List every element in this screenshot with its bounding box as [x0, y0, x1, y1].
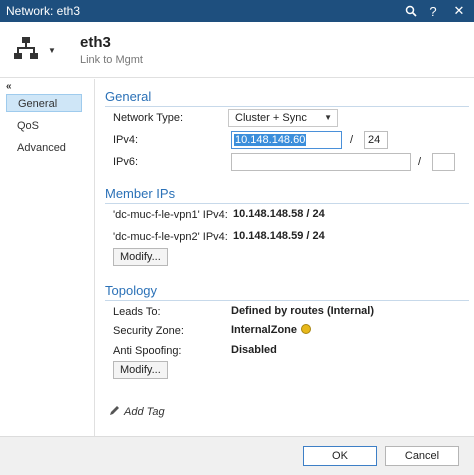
- section-title-member-ips: Member IPs: [105, 186, 176, 201]
- sidebar-item-qos[interactable]: QoS: [6, 117, 82, 135]
- ipv4-input[interactable]: 10.148.148.60: [231, 131, 342, 149]
- member-2-value: 10.148.148.59 / 24: [233, 230, 325, 242]
- ipv6-slash: /: [418, 156, 422, 168]
- ipv6-input[interactable]: [231, 153, 411, 171]
- ipv4-label: IPv4:: [113, 134, 139, 146]
- ipv6-mask-input[interactable]: [432, 153, 455, 171]
- chevron-down-icon: ▼: [324, 113, 332, 122]
- ipv4-mask-input[interactable]: 24: [364, 131, 388, 149]
- zone-icon: [301, 324, 312, 334]
- chevron-down-icon[interactable]: ▼: [48, 46, 56, 55]
- security-zone-value: InternalZone: [231, 324, 312, 336]
- object-comment[interactable]: Link to Mgmt: [80, 54, 143, 66]
- ipv6-label: IPv6:: [113, 156, 139, 168]
- object-header: ▼ eth3 Link to Mgmt: [0, 22, 474, 78]
- anti-spoofing-label: Anti Spoofing:: [113, 345, 182, 357]
- close-icon[interactable]: ✕: [444, 0, 474, 22]
- leads-to-value: Defined by routes (Internal): [231, 305, 375, 317]
- section-divider: [105, 203, 469, 204]
- ok-button[interactable]: OK: [303, 446, 377, 466]
- section-title-general: General: [105, 89, 152, 104]
- leads-to-label: Leads To:: [113, 306, 161, 318]
- network-type-label: Network Type:: [113, 112, 184, 124]
- search-icon[interactable]: [400, 0, 422, 22]
- ipv4-value: 10.148.148.60: [234, 134, 307, 146]
- main-content: General Network Type: Cluster + Sync ▼ I…: [96, 79, 474, 436]
- title-bar: Network: eth3 ? ✕: [0, 0, 474, 22]
- dialog-footer: OK Cancel: [0, 436, 474, 475]
- sidebar-item-advanced[interactable]: Advanced: [6, 139, 82, 157]
- window-title: Network: eth3: [6, 4, 81, 18]
- pencil-icon: [109, 405, 120, 419]
- object-name[interactable]: eth3: [80, 34, 111, 51]
- security-zone-text: InternalZone: [231, 324, 298, 336]
- network-icon[interactable]: [14, 36, 38, 60]
- sidebar: « General QoS Advanced: [0, 79, 95, 436]
- member-2-label: 'dc-muc-f-le-vpn2' IPv4:: [113, 231, 228, 243]
- network-type-value: Cluster + Sync: [235, 112, 307, 124]
- section-divider: [105, 300, 469, 301]
- topology-modify-button[interactable]: Modify...: [113, 361, 168, 379]
- member-ips-modify-button[interactable]: Modify...: [113, 248, 168, 266]
- ipv4-slash: /: [350, 134, 354, 146]
- section-title-topology: Topology: [105, 283, 158, 298]
- question-icon[interactable]: ?: [422, 0, 444, 22]
- add-tag-link[interactable]: Add Tag: [109, 405, 165, 419]
- member-1-label: 'dc-muc-f-le-vpn1' IPv4:: [113, 209, 228, 221]
- anti-spoofing-value: Disabled: [231, 344, 277, 356]
- sidebar-item-general[interactable]: General: [6, 94, 82, 112]
- collapse-sidebar-icon[interactable]: «: [6, 81, 12, 92]
- network-type-select[interactable]: Cluster + Sync ▼: [228, 109, 338, 127]
- member-1-value: 10.148.148.58 / 24: [233, 208, 325, 220]
- add-tag-label: Add Tag: [124, 406, 165, 418]
- section-divider: [105, 106, 469, 107]
- cancel-button[interactable]: Cancel: [385, 446, 459, 466]
- security-zone-label: Security Zone:: [113, 325, 184, 337]
